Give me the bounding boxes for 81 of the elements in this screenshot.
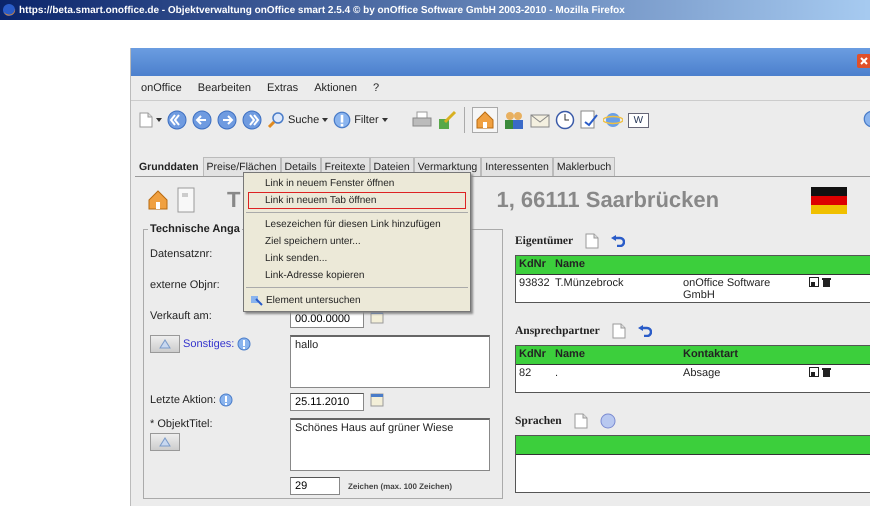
table-cell-text: Absage <box>683 367 722 379</box>
menu-item[interactable]: Link in neuem Tab öffnen <box>248 192 466 209</box>
menu-item[interactable]: Extras <box>267 82 298 94</box>
edit-icon[interactable] <box>809 367 819 377</box>
menu-item[interactable]: Link-Adresse kopieren <box>248 267 466 284</box>
column-header: Name <box>555 258 586 272</box>
people-icon[interactable] <box>502 110 525 130</box>
forward-icon[interactable] <box>217 110 237 130</box>
property-address: 1, 66111 Saarbrücken <box>496 187 720 213</box>
table-cell-text: . <box>555 367 560 379</box>
info-icon[interactable] <box>237 337 252 351</box>
date-field[interactable]: 25.11.2010 <box>290 393 364 411</box>
property-title: T <box>227 187 240 213</box>
text-area[interactable]: hallo <box>290 335 490 388</box>
field-label: externe Objnr: <box>150 279 220 291</box>
field-label: Sonstiges: <box>183 338 234 350</box>
word-button[interactable]: W <box>628 112 650 128</box>
field-label: Datensatznr: <box>150 248 212 260</box>
clock-icon[interactable] <box>554 110 575 130</box>
search-label[interactable]: Suche <box>288 114 320 126</box>
tab[interactable]: Interessenten <box>481 157 553 176</box>
info-icon[interactable] <box>219 393 234 407</box>
menu-item[interactable]: Aktionen <box>314 82 357 94</box>
menu-item[interactable]: Link senden... <box>248 250 466 267</box>
last-icon[interactable] <box>242 110 262 130</box>
edit-icon[interactable] <box>809 277 819 287</box>
field-label: Letzte Aktion: <box>150 394 216 406</box>
close-icon[interactable] <box>857 54 870 68</box>
count-field[interactable]: 29 <box>290 477 340 495</box>
first-icon[interactable] <box>167 110 187 130</box>
house-icon[interactable] <box>474 110 495 130</box>
undo-icon[interactable] <box>638 325 652 337</box>
field-label: Verkauft am: <box>150 310 212 322</box>
menu-item[interactable]: ? <box>373 82 380 94</box>
calendar-icon[interactable] <box>370 393 384 407</box>
caret-icon[interactable] <box>156 118 162 122</box>
book-button[interactable] <box>150 433 180 451</box>
section-title: Sprachen <box>515 415 562 427</box>
tab[interactable]: Maklerbuch <box>552 157 616 176</box>
table-cell-text: 82 <box>519 367 532 379</box>
table-cell-text: 93832 <box>519 277 551 291</box>
printer-icon[interactable] <box>412 111 432 129</box>
column-header: KdNr <box>519 348 547 362</box>
menu-item[interactable]: Element untersuchen <box>248 291 466 309</box>
browser-logo-icon <box>2 3 16 17</box>
table-cell-text: onOffice Software GmbH <box>683 277 772 301</box>
back-icon[interactable] <box>192 110 212 130</box>
window-title: https://beta.smart.onoffice.de - Objektverwaltung onOffice smart 2.5.4 © by onOffice Software GmbH 2003-2010 - Mozilla Firefox <box>19 4 625 16</box>
book-button[interactable] <box>150 335 180 353</box>
character-limit-note: Zeichen (max. 100 Zeichen) <box>348 482 452 490</box>
section-title: Technische Anga <box>148 223 242 235</box>
trash-icon[interactable] <box>822 277 831 287</box>
menu-item[interactable]: Bearbeiten <box>198 82 251 94</box>
undo-icon[interactable] <box>611 235 626 247</box>
document-icon[interactable] <box>177 187 195 213</box>
menu-item[interactable]: Link in neuem Fenster öffnen <box>248 175 466 192</box>
filter-label[interactable]: Filter <box>354 114 379 126</box>
document-icon[interactable] <box>585 233 600 249</box>
column-header: Kontaktart <box>683 348 740 362</box>
caret-icon[interactable] <box>382 118 388 122</box>
calendar-icon[interactable] <box>370 310 384 324</box>
inspect-icon <box>251 294 263 306</box>
envelope-icon[interactable] <box>530 112 550 128</box>
menu-item[interactable]: Ziel speichern unter... <box>248 233 466 250</box>
flag-icon <box>811 186 847 214</box>
table-cell-text: T.Münzebrock <box>555 277 624 291</box>
text-area[interactable]: Schönes Haus auf grüner Wiese <box>290 418 490 471</box>
section-title: Ansprechpartner <box>515 325 600 337</box>
column-header: Name <box>555 348 586 362</box>
form-icon[interactable] <box>580 110 598 130</box>
menu-item[interactable]: Lesezeichen für diesen Link hinzufügen <box>248 216 466 233</box>
field-label: * ObjektTitel: <box>150 418 213 430</box>
section-title: Eigentümer <box>515 235 574 247</box>
house-icon <box>147 189 169 211</box>
menu-item[interactable]: onOffice <box>141 82 182 94</box>
trash-icon[interactable] <box>822 367 831 377</box>
document-icon[interactable] <box>612 323 626 339</box>
caret-icon[interactable] <box>322 118 328 122</box>
column-header: KdNr <box>519 258 547 272</box>
search-icon[interactable] <box>267 111 285 129</box>
document-icon[interactable] <box>574 413 588 429</box>
